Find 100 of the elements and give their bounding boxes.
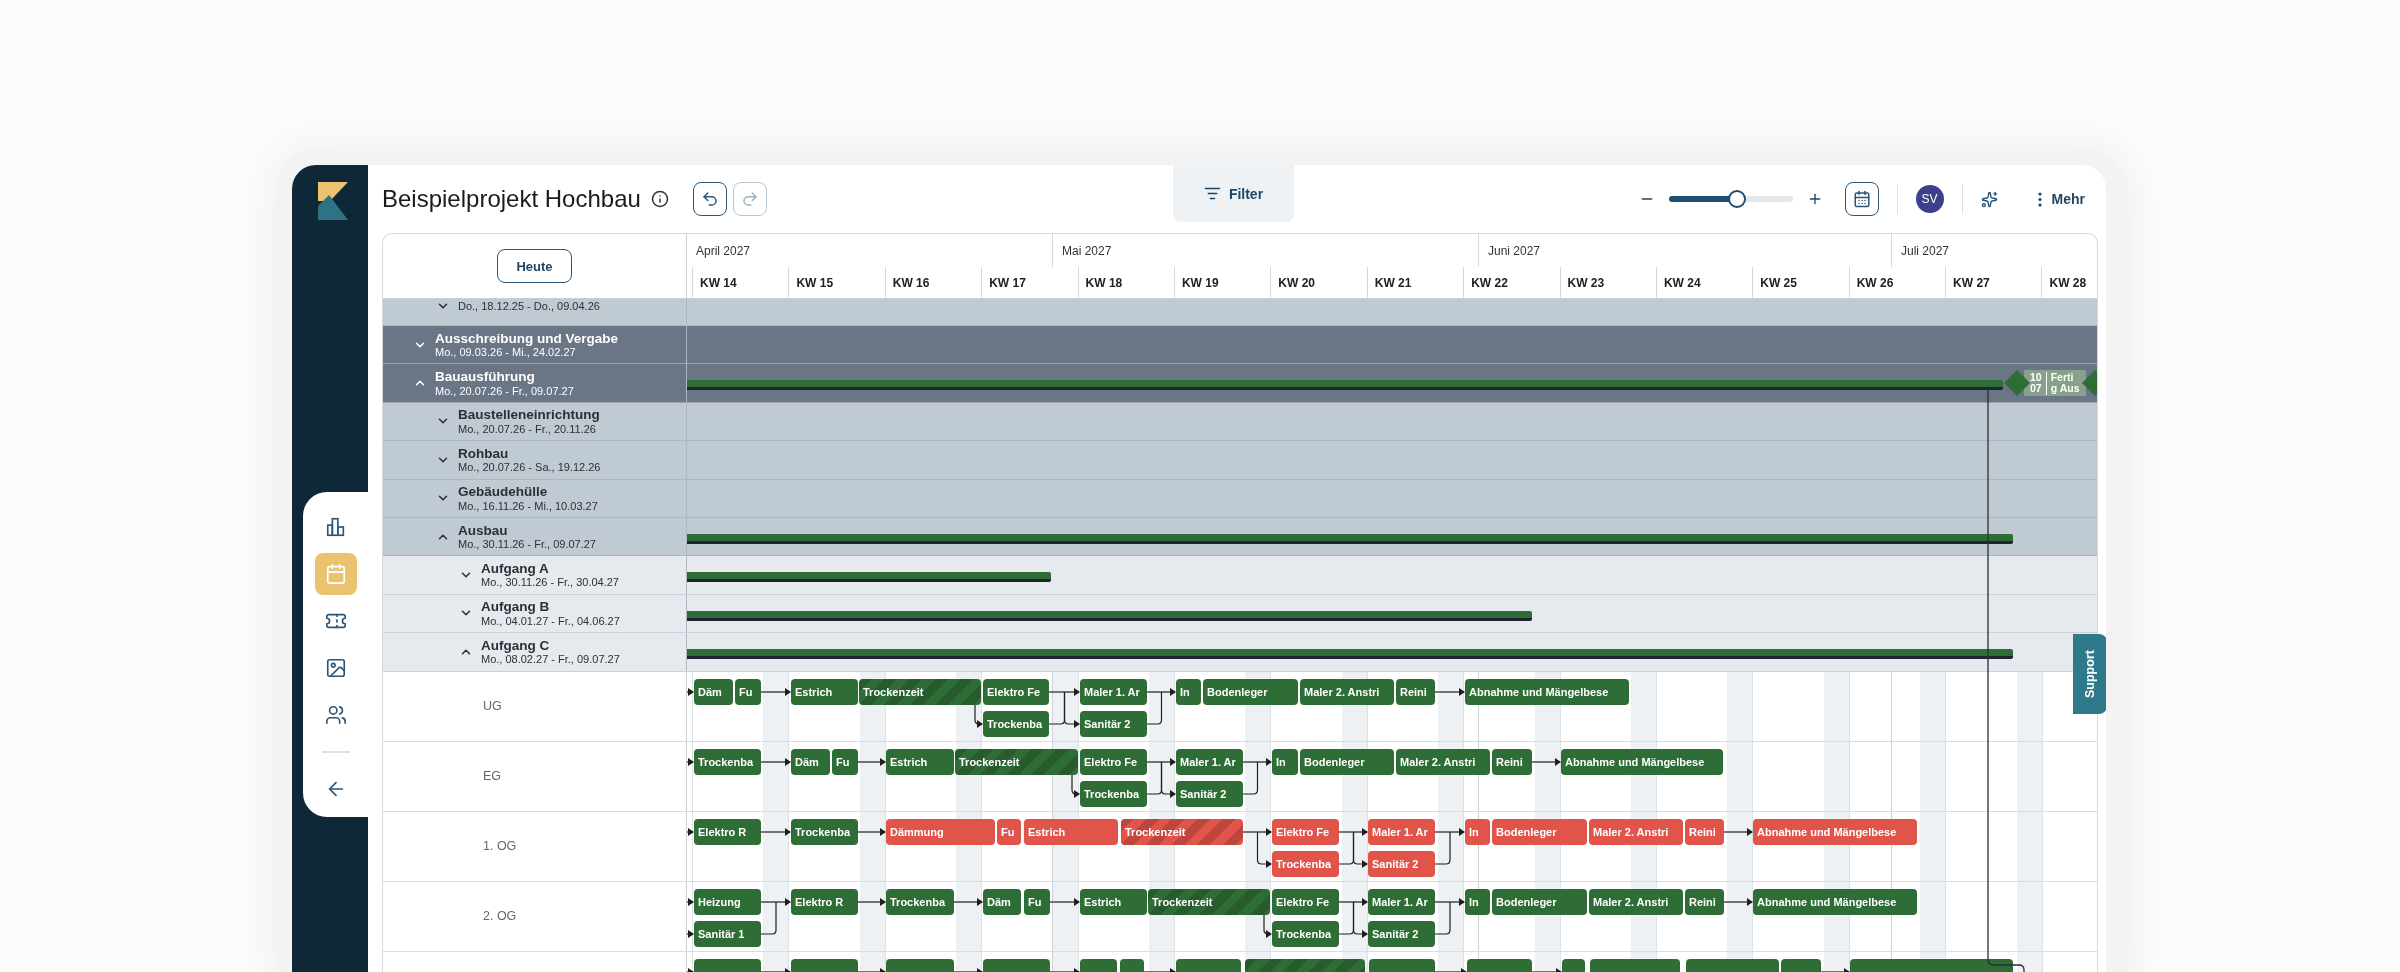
task-bar[interactable]: Bodenleger (1492, 818, 1587, 845)
task-bar[interactable]: Fu (832, 748, 858, 775)
task-bar[interactable]: In (1272, 748, 1298, 775)
summary-bar[interactable] (687, 533, 2013, 544)
task-bar[interactable]: Sanitär 2 (1368, 920, 1435, 947)
task-bar[interactable]: Trockenba (1272, 850, 1339, 877)
info-icon[interactable] (650, 190, 669, 208)
task-bar[interactable]: Bodenleger (1203, 678, 1298, 705)
task-bar[interactable]: Maler 2. Anstri (1589, 818, 1683, 845)
phase-dates: Mo., 30.11.26 - Fr., 09.07.27 (458, 538, 596, 551)
task-bar[interactable]: Däm (983, 888, 1021, 915)
task-bar[interactable]: Abnahme und Mängelbese (1465, 678, 1629, 705)
task-bar[interactable]: In (1176, 678, 1201, 705)
task-bar[interactable]: Estrich (1080, 888, 1147, 915)
task-bar[interactable]: Estrich (886, 748, 954, 775)
task-bar[interactable]: Reini (1492, 748, 1532, 775)
task-bar[interactable]: Trockenzeit (859, 678, 981, 705)
dependency-arrow (1434, 967, 1467, 972)
task-bar[interactable]: Däm (694, 678, 733, 705)
task-bar[interactable]: Reini (1685, 818, 1724, 845)
task-bar[interactable]: Trockenba (1080, 780, 1147, 807)
milestone-title: g Aus (2050, 383, 2080, 395)
task-bar[interactable]: Fu (735, 678, 761, 705)
task-bar[interactable]: Maler 2. Anstri (1589, 888, 1683, 915)
task-bar[interactable]: In (1465, 818, 1490, 845)
week-label: KW 22 (1463, 266, 1560, 298)
phase-dates: Mo., 09.03.26 - Mi., 24.02.27 (435, 346, 577, 359)
summary-bar[interactable] (687, 649, 2013, 660)
filter-button[interactable]: Filter (1173, 165, 1294, 222)
task-bar[interactable]: Elektro Fe (983, 678, 1049, 705)
zoom-slider-thumb[interactable] (1727, 190, 1746, 208)
dependency-arrow (687, 757, 694, 766)
task-bar[interactable]: Heizung (694, 888, 761, 915)
task-bar[interactable]: Sanitär 1 (694, 920, 761, 947)
dependency-arrow (687, 687, 694, 696)
task-bar[interactable]: Elektro R (694, 818, 761, 845)
task-bar[interactable]: Reini (1396, 678, 1435, 705)
phase-title: Aufgang A (481, 560, 550, 577)
week-label: KW 14 (692, 266, 789, 298)
dependency-arrow (1531, 967, 1562, 972)
task-bar[interactable]: Trockenba (983, 710, 1049, 737)
dependency-arrow (1071, 773, 1080, 798)
task-bar[interactable]: Däm (791, 748, 830, 775)
task-bar[interactable]: Bodenleger (1492, 888, 1587, 915)
zoom-slider[interactable] (1668, 190, 1793, 208)
task-bar[interactable]: Bodenleger (1300, 748, 1394, 775)
task-bar[interactable]: Sanitär 2 (1368, 850, 1435, 877)
dependency-arrow (857, 897, 886, 906)
month-label: April 2027 (695, 243, 752, 260)
task-bar[interactable]: Elektro R (791, 888, 858, 915)
phase-dates: Mo., 20.07.26 - Fr., 09.07.27 (435, 384, 574, 398)
task-bar[interactable]: Maler 1. Ar (1368, 818, 1435, 845)
task-bar[interactable]: Maler 1. Ar (1080, 678, 1147, 705)
task-bar[interactable]: Estrich (1024, 818, 1118, 845)
month-label: Juni 2027 (1478, 234, 1891, 267)
task-bar[interactable]: Trockenba (694, 748, 761, 775)
task-bar[interactable]: Maler 2. Anstri (1300, 678, 1394, 705)
image-icon (324, 657, 347, 679)
task-bar[interactable]: Maler 1. Ar (1176, 748, 1243, 775)
more-button[interactable]: Mehr (2037, 191, 2085, 207)
phase-dates: Do., 18.12.25 - Do., 09.04.26 (458, 300, 600, 313)
task-bar[interactable]: Elektro Fe (1272, 888, 1339, 915)
week-label: KW 15 (788, 266, 885, 298)
task-bar[interactable]: Elektro Fe (1080, 748, 1147, 775)
task-bar[interactable]: Trockenba (886, 888, 954, 915)
task-bar[interactable]: Abnahme und Mängelbese (1753, 818, 1917, 845)
task-bar[interactable]: Trockenzeit (955, 748, 1078, 775)
task-bar[interactable]: Sanitär 2 (1080, 710, 1147, 737)
task-bar[interactable]: Elektro Fe (1272, 818, 1339, 845)
task-bar[interactable]: Abnahme und Mängelbese (1753, 888, 1917, 915)
undo-icon (700, 190, 719, 208)
task-bar[interactable]: In (1465, 888, 1490, 915)
task-bar[interactable]: Estrich (791, 678, 858, 705)
task-bar[interactable]: Fu (997, 818, 1021, 845)
summary-bar[interactable] (687, 610, 1532, 621)
users-icon (324, 704, 347, 726)
task-bar[interactable]: Maler 1. Ar (1368, 888, 1435, 915)
task-bar[interactable]: Trockenzeit (1148, 888, 1270, 915)
task-bar[interactable]: Sanitär 2 (1176, 780, 1243, 807)
week-label: KW 16 (884, 266, 982, 298)
summary-bar[interactable] (687, 572, 1051, 583)
calendar-icon (1852, 190, 1871, 208)
task-bar[interactable]: Trockenba (791, 818, 858, 845)
task-bar[interactable]: Maler 2. Anstri (1396, 748, 1490, 775)
dependency-arrow (953, 967, 983, 972)
task-bar[interactable]: Fu (1024, 888, 1050, 915)
task-bar[interactable]: Trockenzeit (1121, 818, 1243, 845)
support-tab[interactable]: Support (2073, 634, 2106, 714)
user-avatar[interactable]: SV (1915, 185, 1944, 213)
logo[interactable] (318, 182, 348, 220)
task-bar[interactable]: Dämmung (886, 818, 995, 845)
task-bar[interactable]: Abnahme und Mängelbese (1561, 748, 1723, 775)
today-button[interactable]: Heute (497, 249, 572, 283)
phase-dates: Mo., 30.11.26 - Fr., 30.04.27 (481, 576, 619, 590)
sparkle-icon[interactable] (1980, 190, 1998, 208)
task-bar[interactable]: Trockenba (1272, 920, 1339, 947)
week-label: KW 23 (1559, 266, 1656, 298)
task-bar[interactable]: Reini (1685, 888, 1724, 915)
calendar-button[interactable] (1844, 182, 1879, 216)
undo-button[interactable] (692, 182, 727, 216)
